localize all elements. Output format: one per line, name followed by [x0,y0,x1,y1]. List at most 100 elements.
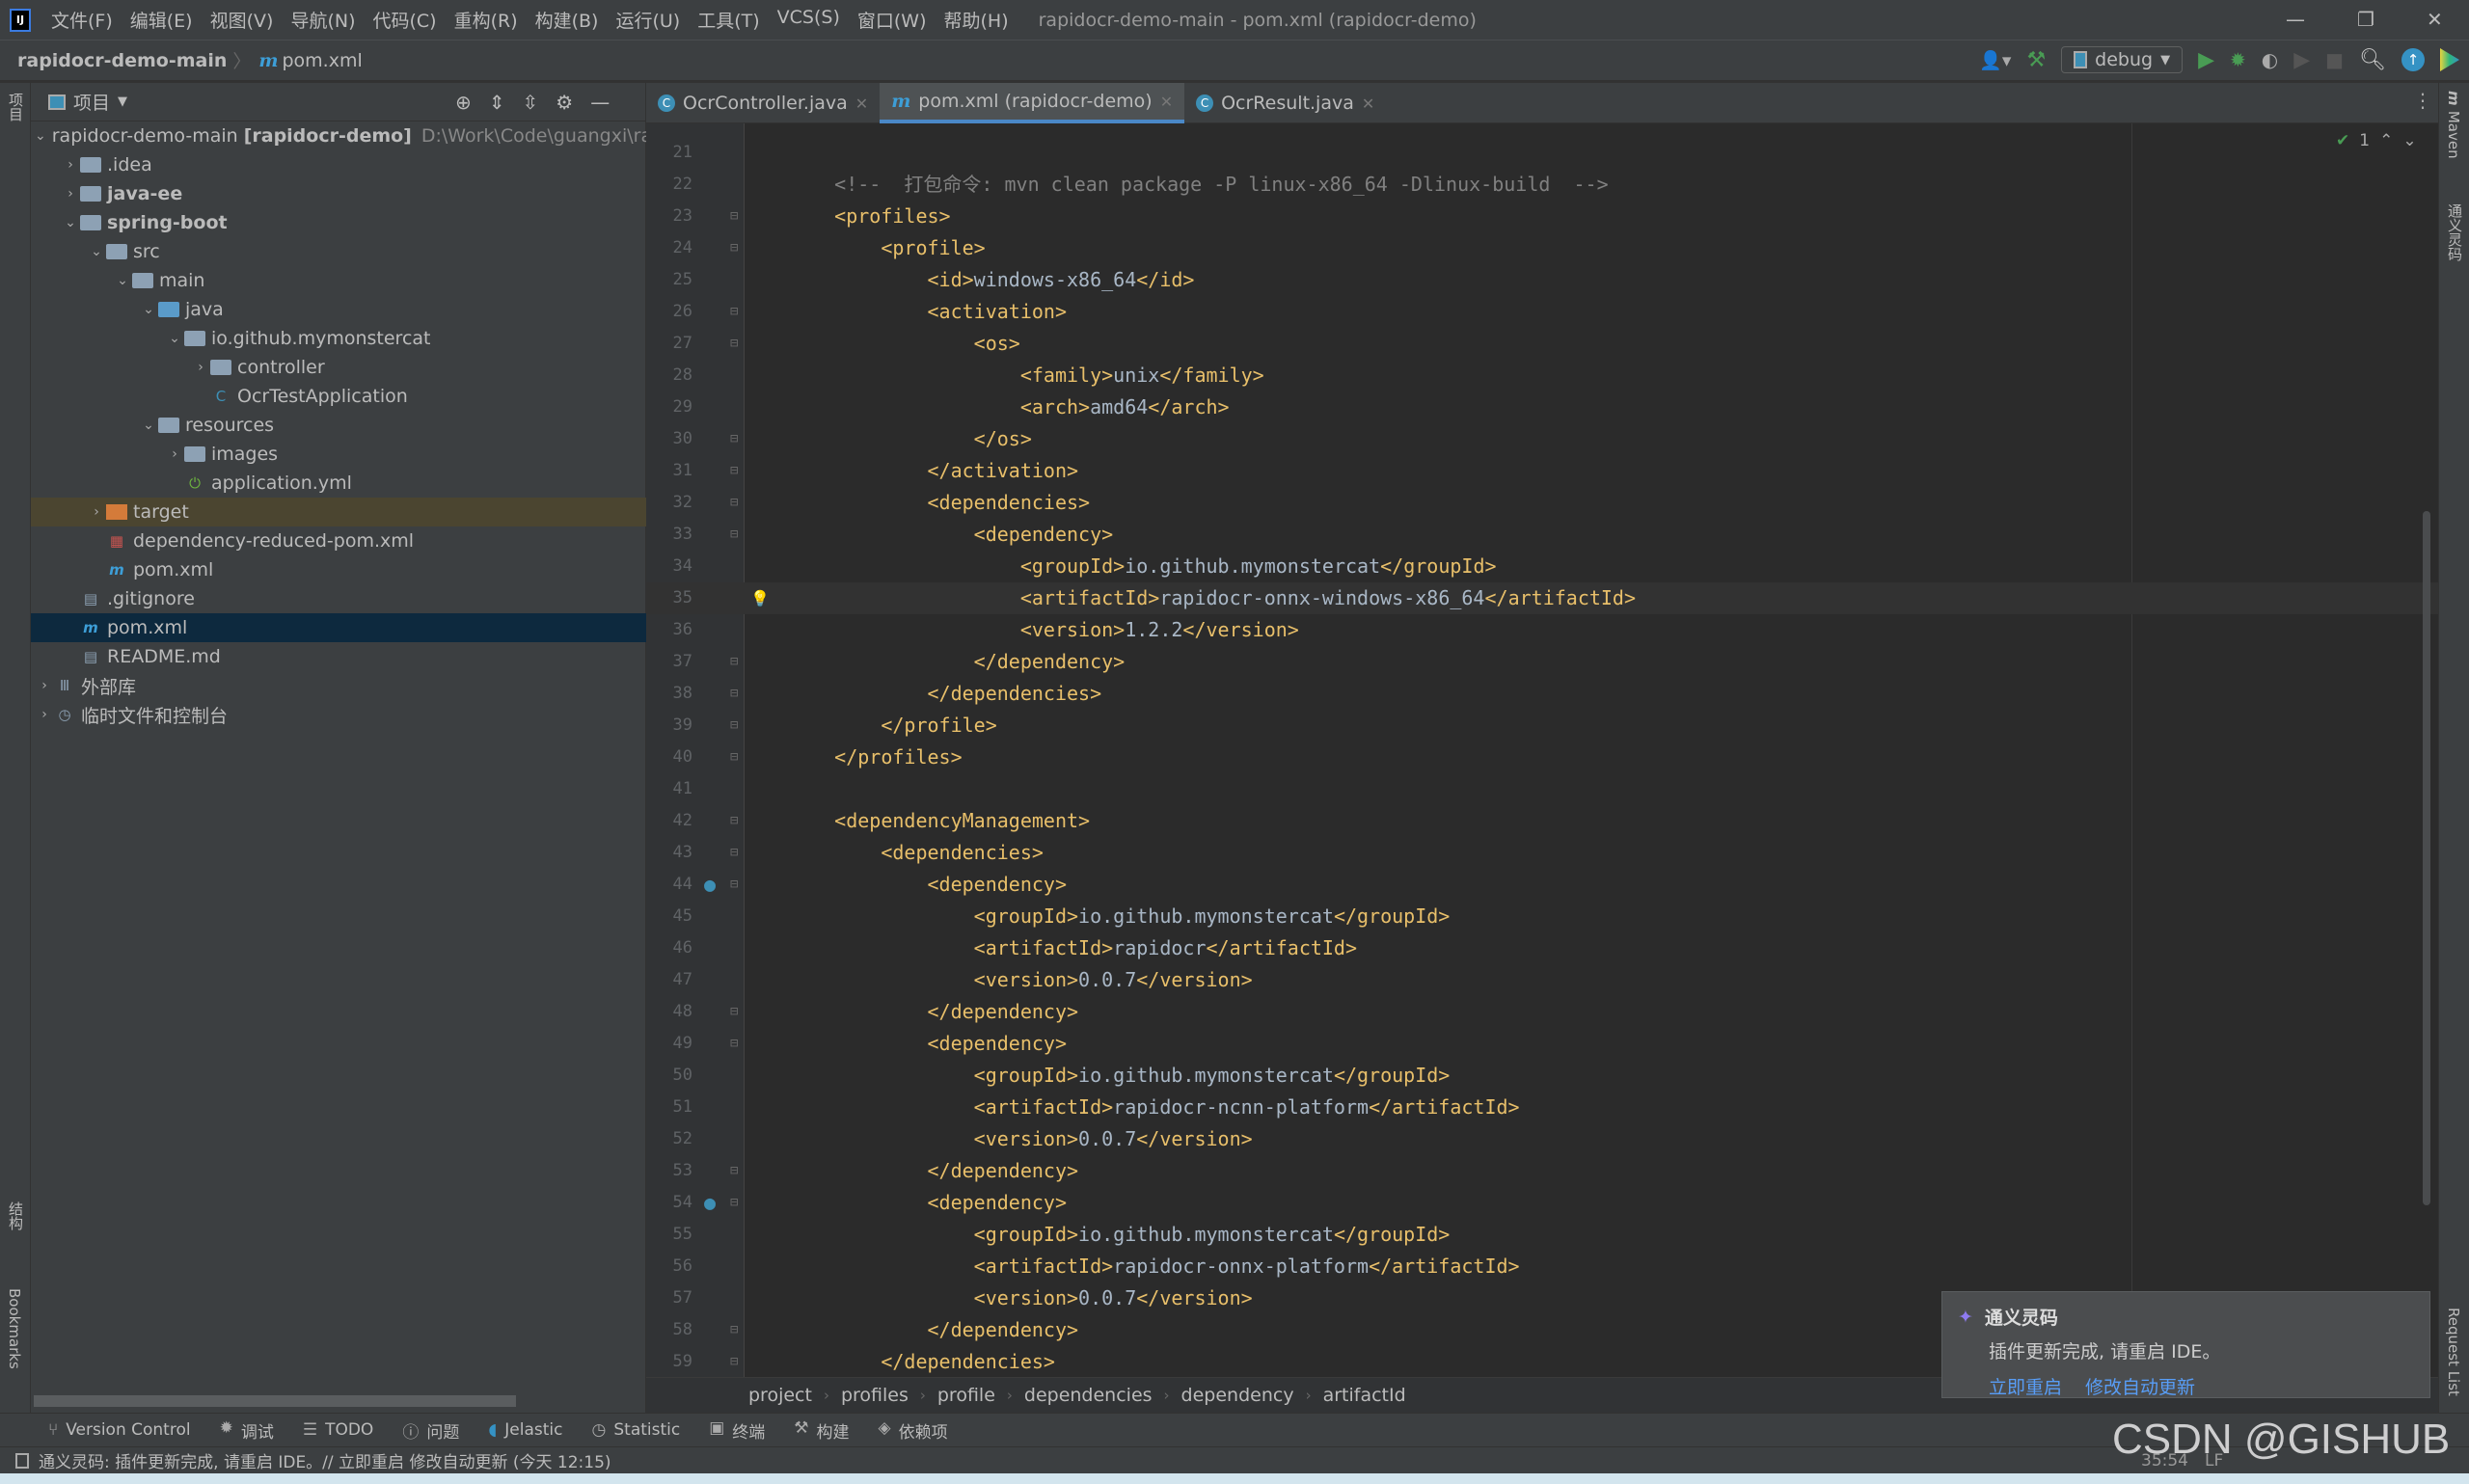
nav-file[interactable]: pom.xml [282,50,362,71]
tool-window-6[interactable]: ▣ 终端 [709,1418,765,1443]
code-line[interactable]: 52 <version>0.0.7</version> [646,1123,2438,1155]
maven-dependency-icon[interactable]: ● [704,869,716,901]
tool-window-3[interactable]: ⓘ 问题 [402,1418,459,1443]
code-line[interactable]: 22 <!-- 打包命令: mvn clean package -P linux… [646,169,2438,201]
chevron-right-icon[interactable]: › [61,157,80,173]
user-icon[interactable]: 👤▾ [1979,49,2011,71]
tree-item[interactable]: ⏻ application.yml [31,469,646,498]
locate-icon[interactable]: ⊕ [455,91,472,114]
gear-icon[interactable]: ⚙ [556,91,573,114]
tool-window-0[interactable]: ⑂ Version Control [48,1420,191,1440]
coverage-icon[interactable]: ◐ [2262,48,2278,71]
code-line[interactable]: 25 <id>windows-x86_64</id> [646,264,2438,296]
tree-item[interactable]: › controller [31,353,646,382]
status-message[interactable]: 通义灵码: 插件更新完成, 请重启 IDE。// 立即重启 修改自动更新 (今天… [39,1448,611,1472]
breadcrumb-dependency[interactable]: dependency [1181,1385,1294,1406]
code-line[interactable]: 30 ⊟ </os> [646,423,2438,455]
fold-marker-icon[interactable]: ⊟ [730,296,738,328]
code-line[interactable]: 37 ⊟ </dependency> [646,646,2438,678]
tab-pom[interactable]: m pom.xml (rapidocr-demo) ✕ [880,83,1185,123]
chevron-down-icon[interactable]: ⌄ [87,244,106,259]
chevron-down-icon[interactable]: ⌄ [61,215,80,230]
request-list-tool-tab[interactable]: Request List [2445,1308,2462,1396]
code-line[interactable]: 43 ⊟ <dependencies> [646,837,2438,869]
code-line[interactable]: 24 ⊟ <profile> [646,232,2438,264]
tool-window-5[interactable]: ◷ Statistic [592,1420,681,1440]
tool-window-7[interactable]: ⚒ 构建 [794,1418,849,1443]
tab-ocrresult[interactable]: C OcrResult.java ✕ [1184,83,1386,123]
tree-item[interactable]: ▦ dependency-reduced-pom.xml [31,526,646,555]
restart-now-link[interactable]: 立即重启 [1989,1373,2062,1399]
fold-marker-icon[interactable]: ⊟ [730,869,738,901]
code-line[interactable]: 27 ⊟ <os> [646,328,2438,360]
expand-all-icon[interactable]: ⇕ [489,91,505,114]
code-line[interactable]: 56 <artifactId>rapidocr-onnx-platform</a… [646,1251,2438,1282]
fold-marker-icon[interactable]: ⊟ [730,996,738,1028]
tree-item[interactable]: › target [31,498,646,526]
fold-marker-icon[interactable]: ⊟ [730,328,738,360]
code-line[interactable]: 39 ⊟ </profile> [646,710,2438,742]
fold-marker-icon[interactable]: ⊟ [730,805,738,837]
tree-item[interactable]: › ◷ 临时文件和控制台 [31,700,646,729]
chevron-down-icon[interactable]: ⌄ [35,128,46,144]
run-config-select[interactable]: debug ▼ [2061,46,2184,73]
search-icon[interactable]: 🔍︎ [2359,48,2386,72]
chevron-down-icon[interactable]: ⌄ [139,302,158,317]
lightbulb-icon[interactable]: 💡 [750,582,770,614]
code-line[interactable]: 33 ⊟ <dependency> [646,519,2438,551]
code-line[interactable]: 44 ⊟ ● <dependency> [646,869,2438,901]
breadcrumb-dependencies[interactable]: dependencies [1024,1385,1153,1406]
tree-item[interactable]: ⌄ src [31,237,646,266]
code-line[interactable]: 34 <groupId>io.github.mymonstercat</grou… [646,551,2438,582]
tree-item[interactable]: m pom.xml [31,613,646,642]
fold-marker-icon[interactable]: ⊟ [730,519,738,551]
menu-4[interactable]: 代码(C) [364,7,445,33]
tree-item[interactable]: › java-ee [31,179,646,208]
menu-10[interactable]: 窗口(W) [849,7,936,33]
fold-marker-icon[interactable]: ⊟ [730,678,738,710]
chevron-right-icon[interactable]: › [35,707,54,722]
fold-marker-icon[interactable]: ⊟ [730,646,738,678]
code-line[interactable]: 21 [646,137,2438,169]
code-line[interactable]: 51 <artifactId>rapidocr-ncnn-platform</a… [646,1092,2438,1123]
tool-window-1[interactable]: ✹ 调试 [220,1418,274,1443]
fold-marker-icon[interactable]: ⊟ [730,837,738,869]
tool-window-8[interactable]: ◈ 依赖项 [879,1418,948,1443]
close-tab-icon[interactable]: ✕ [1160,93,1173,111]
tree-item[interactable]: C OcrTestApplication [31,382,646,411]
code-line[interactable]: 47 <version>0.0.7</version> [646,964,2438,996]
build-hammer-icon[interactable]: ⚒ [2026,48,2046,72]
menu-1[interactable]: 编辑(E) [122,7,202,33]
fold-marker-icon[interactable]: ⊟ [730,1346,738,1377]
menu-0[interactable]: 文件(F) [42,7,122,33]
chevron-right-icon[interactable]: › [61,186,80,202]
tree-item[interactable]: ⌄ io.github.mymonstercat [31,324,646,353]
bookmarks-tool-tab[interactable]: Bookmarks [6,1288,23,1369]
code-line[interactable]: 54 ⊟ ● <dependency> [646,1187,2438,1219]
tree-item[interactable]: ⌄ main [31,266,646,295]
code-line[interactable]: 31 ⊟ </activation> [646,455,2438,487]
tongyi-tool-tab[interactable]: 通义灵码 [2445,203,2465,261]
more-tabs-icon[interactable]: ⋮ [2413,89,2432,112]
chevron-right-icon[interactable]: › [191,360,210,375]
fold-marker-icon[interactable]: ⊟ [730,1028,738,1060]
close-tab-icon[interactable]: ✕ [855,94,868,113]
code-line[interactable]: 55 <groupId>io.github.mymonstercat</grou… [646,1219,2438,1251]
horizontal-scrollbar[interactable] [34,1395,516,1407]
tree-item[interactable]: m pom.xml [31,555,646,584]
fold-marker-icon[interactable]: ⊟ [730,742,738,773]
code-line[interactable]: 50 <groupId>io.github.mymonstercat</grou… [646,1060,2438,1092]
tree-item[interactable]: ▤ README.md [31,642,646,671]
minimize-button[interactable]: — [2286,8,2305,31]
menu-8[interactable]: 工具(T) [689,7,768,33]
close-button[interactable]: ✕ [2427,8,2443,31]
fold-marker-icon[interactable]: ⊟ [730,1155,738,1187]
fold-marker-icon[interactable]: ⊟ [730,487,738,519]
maven-dependency-icon[interactable]: ● [704,1187,716,1219]
vertical-scrollbar[interactable] [2423,511,2430,1205]
tree-item[interactable]: ⌄ java [31,295,646,324]
chevron-down-icon[interactable]: ⌄ [165,331,184,346]
tab-ocrcontroller[interactable]: C OcrController.java ✕ [646,83,880,123]
code-line[interactable]: 36 <version>1.2.2</version> [646,614,2438,646]
chevron-right-icon[interactable]: › [87,504,106,520]
